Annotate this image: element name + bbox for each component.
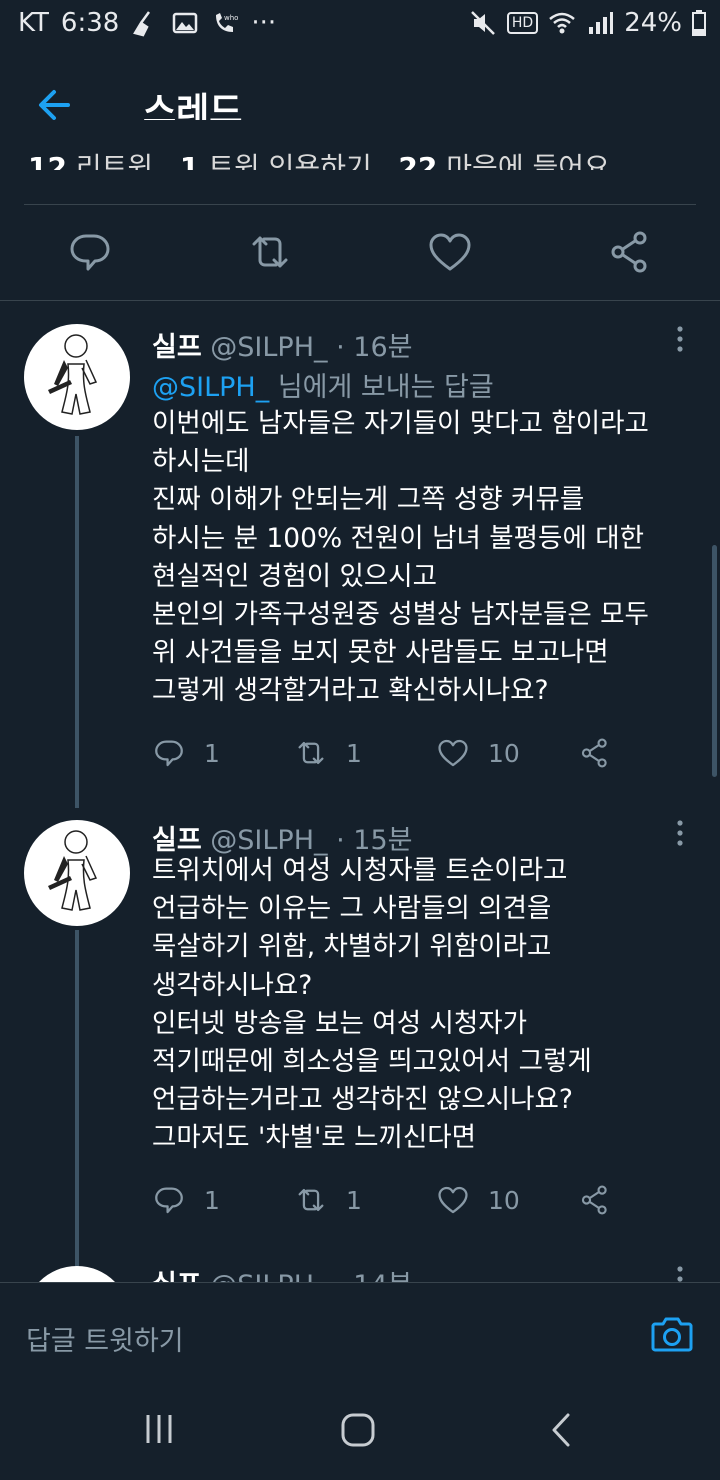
signal-icon xyxy=(589,12,614,34)
share-icon[interactable] xyxy=(606,228,654,276)
gallery-icon xyxy=(173,12,198,34)
retweet-icon xyxy=(298,741,324,765)
divider xyxy=(24,204,696,205)
clock: 6:38 xyxy=(60,8,120,38)
share-icon xyxy=(581,738,607,768)
likes-label[interactable]: 마음에 들어요 xyxy=(446,151,609,170)
like-heart-icon xyxy=(438,1186,468,1214)
retweet-count: 1 xyxy=(346,1185,362,1215)
avatar[interactable] xyxy=(24,820,130,926)
tweet-line: 진짜 이해가 안되는게 그쪽 성향 커뮤를 xyxy=(152,484,585,516)
whowho-call-icon: who xyxy=(216,13,239,32)
tweet-actions: 1 1 10 xyxy=(152,736,712,780)
share-action[interactable] xyxy=(578,1183,612,1217)
reply-count: 1 xyxy=(204,1185,220,1215)
reply-icon xyxy=(155,740,183,767)
quotes-label[interactable]: 트윗 인용하기 xyxy=(208,151,371,170)
carrier-label: KT xyxy=(18,8,49,38)
tweet-line: 트위치에서 여성 시청자를 트순이라고 xyxy=(152,855,568,886)
header-bottom-mask xyxy=(0,120,720,146)
share-action[interactable] xyxy=(578,736,612,770)
tweet-line: 이번에도 남자들은 자기들이 맞다고 함이라고 xyxy=(152,408,649,439)
like-count: 10 xyxy=(488,1185,520,1215)
display-name[interactable]: 실프 xyxy=(152,332,202,363)
like-count: 10 xyxy=(488,738,520,768)
avatar-sketch-image xyxy=(48,830,98,911)
more-notifications-dots: ··· xyxy=(251,8,277,38)
tweet-line: 위 사건들을 보지 못한 사람들도 보고나면 xyxy=(152,637,609,669)
tweet-line: 적기때문에 희소성을 띄고있어서 그렇게 xyxy=(152,1046,592,1078)
tweet-actions: 1 1 10 xyxy=(152,1183,712,1227)
status-bar: KT 6:38 who ··· HD 24% xyxy=(0,0,720,50)
reply-compose-bar[interactable]: 답글 트윗하기 xyxy=(0,1282,720,1383)
tweet-line: 현실적인 경험이 있으시고 xyxy=(152,560,438,592)
retweets-count: 12 xyxy=(28,151,67,170)
tweet-line: 언급하는 이유는 그 사람들의 의견을 xyxy=(152,893,552,925)
retweet-icon xyxy=(298,1188,324,1212)
replying-to-suffix: 님에게 보내는 답글 xyxy=(277,372,494,403)
tweet-text: 트위치에서 여성 시청자를 트순이라고 언급하는 이유는 그 사람들의 의견을 … xyxy=(152,852,712,1158)
retweet-icon[interactable] xyxy=(246,228,294,276)
thread-connector-line xyxy=(75,436,79,808)
battery-percent: 24% xyxy=(624,8,682,38)
replying-to: @SILPH_ 님에게 보내는 답글 xyxy=(152,365,494,404)
mention-link[interactable]: @SILPH_ xyxy=(152,372,269,403)
like-heart-icon[interactable] xyxy=(426,228,474,276)
svg-text:who: who xyxy=(224,14,238,22)
clean-broom-icon xyxy=(133,11,151,37)
scrollbar-thumb[interactable] xyxy=(712,545,717,777)
retweet-count: 1 xyxy=(346,738,362,768)
retweet-action[interactable]: 1 xyxy=(294,1183,362,1217)
quotes-count: 1 xyxy=(179,151,200,170)
wifi-icon xyxy=(549,12,576,34)
tweet-line: 그렇게 생각할거라고 확신하시나요? xyxy=(152,675,549,707)
tweet-stats: 12 리트윗 1 트윗 인용하기 22 마음에 들어요 xyxy=(28,146,610,170)
tweet-line: 인터넷 방송을 보는 여성 시청자가 xyxy=(152,1007,528,1039)
avatar-sketch-image xyxy=(48,334,98,415)
like-action[interactable]: 10 xyxy=(436,736,520,770)
share-icon xyxy=(581,1185,607,1215)
tweet-line: 묵살하기 위함, 차별하기 위함이라고 xyxy=(152,931,552,963)
timestamp: · 16분 xyxy=(336,332,413,363)
home-icon[interactable] xyxy=(340,1412,376,1448)
main-tweet-actions xyxy=(0,208,720,298)
divider xyxy=(0,300,720,301)
tweet-line: 언급하는거라고 생각하진 않으시나요? xyxy=(152,1084,573,1116)
hd-voice-badge: HD xyxy=(506,12,539,34)
recent-apps-icon[interactable] xyxy=(142,1412,176,1446)
reply-action[interactable]: 1 xyxy=(152,736,220,770)
like-action[interactable]: 10 xyxy=(436,1183,520,1217)
reply-count: 1 xyxy=(204,738,220,768)
tweet-text: 이번에도 남자들은 자기들이 맞다고 함이라고 하시는데 진짜 이해가 안되는게… xyxy=(152,405,712,711)
retweet-action[interactable]: 1 xyxy=(294,736,362,770)
reply-icon[interactable] xyxy=(66,228,114,276)
tweet-line: 하시는 분 100% 전원이 남녀 불평등에 대한 xyxy=(152,522,645,554)
reply-input-placeholder[interactable]: 답글 트윗하기 xyxy=(26,1319,184,1358)
thread-connector-line xyxy=(75,930,79,1270)
tweet-header: 실프 @SILPH_ · 16분 xyxy=(152,325,412,364)
likes-count: 22 xyxy=(398,151,438,170)
battery-icon xyxy=(692,10,706,36)
reply-icon xyxy=(155,1187,183,1214)
tweet-line: 본인의 가족구성원중 성별상 남자분들은 모두 xyxy=(152,599,649,631)
reply-action[interactable]: 1 xyxy=(152,1183,220,1217)
handle[interactable]: @SILPH_ xyxy=(210,332,327,363)
tweet-line: 생각하시나요? xyxy=(152,969,313,1001)
like-heart-icon xyxy=(438,739,468,767)
tweet-line: 하시는데 xyxy=(152,446,250,478)
retweets-label[interactable]: 리트윗 xyxy=(76,151,153,170)
system-nav-bar xyxy=(0,1382,720,1480)
back-chevron-icon[interactable] xyxy=(548,1412,574,1448)
more-options-icon[interactable] xyxy=(670,818,690,848)
tweet-line: 그마저도 '차별'로 느끼신다면 xyxy=(152,1122,476,1154)
mute-icon xyxy=(471,11,495,35)
camera-icon[interactable] xyxy=(650,1311,694,1355)
avatar[interactable] xyxy=(24,324,130,430)
more-options-icon[interactable] xyxy=(670,324,690,354)
